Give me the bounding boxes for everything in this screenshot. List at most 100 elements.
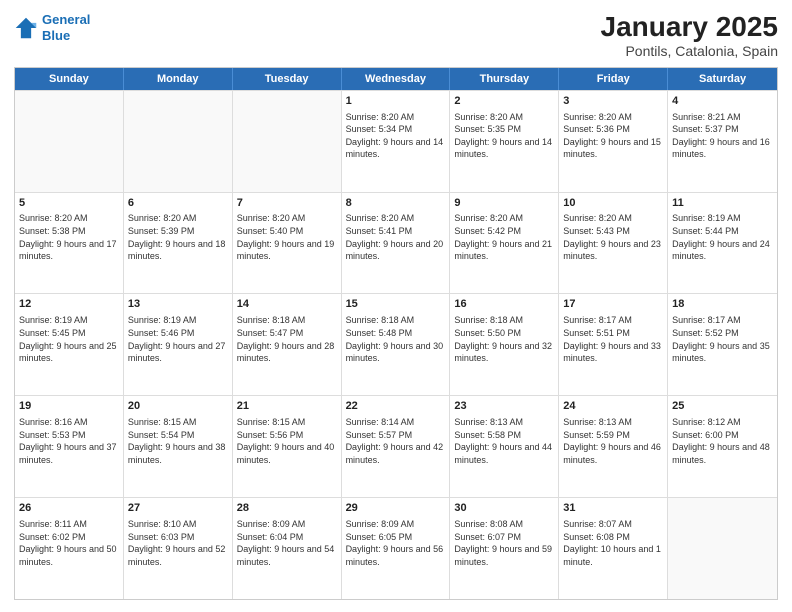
calendar-row: 26 Sunrise: 8:11 AMSunset: 6:02 PMDayligh… — [15, 497, 777, 599]
day-detail: Sunrise: 8:20 AMSunset: 5:42 PMDaylight:… — [454, 212, 554, 262]
calendar-cell: 23Sunrise: 8:13 AMSunset: 5:58 PMDayligh… — [450, 396, 559, 497]
calendar-cell — [233, 91, 342, 192]
day-number: 26 — [19, 501, 119, 516]
day-number: 25 — [672, 399, 773, 414]
day-detail: Sunrise: 8:19 AMSunset: 5:45 PMDaylight:… — [19, 314, 119, 364]
header: General Blue January 2025 Pontils, Catal… — [14, 12, 778, 59]
day-number: 12 — [19, 297, 119, 312]
day-detail: Sunrise: 8:17 AMSunset: 5:51 PMDaylight:… — [563, 314, 663, 364]
calendar-row: 12 Sunrise: 8:19 AMSunset: 5:45 PMDayligh… — [15, 293, 777, 395]
calendar-day-header: Saturday — [668, 68, 777, 90]
day-detail: Sunrise: 8:09 AMSunset: 6:05 PMDaylight:… — [346, 518, 446, 568]
day-number: 21 — [237, 399, 337, 414]
day-detail: Sunrise: 8:20 AMSunset: 5:35 PMDaylight:… — [454, 111, 554, 161]
day-detail: Sunrise: 8:18 AMSunset: 5:47 PMDaylight:… — [237, 314, 337, 364]
day-number: 23 — [454, 399, 554, 414]
calendar-cell: 5Sunrise: 8:20 AMSunset: 5:38 PMDaylight… — [15, 193, 124, 294]
day-detail: Sunrise: 8:18 AMSunset: 5:50 PMDaylight:… — [454, 314, 554, 364]
calendar-day-header: Wednesday — [342, 68, 451, 90]
calendar-cell: 30Sunrise: 8:08 AMSunset: 6:07 PMDayligh… — [450, 498, 559, 599]
calendar-body: 1 Sunrise: 8:20 AMSunset: 5:34 PMDaylight… — [15, 90, 777, 599]
day-detail: Sunrise: 8:20 AMSunset: 5:36 PMDaylight:… — [563, 111, 663, 161]
day-number: 3 — [563, 94, 663, 109]
calendar-cell: 26 Sunrise: 8:11 AMSunset: 6:02 PMDayligh… — [15, 498, 124, 599]
day-number: 5 — [19, 196, 119, 211]
calendar-cell: 27 Sunrise: 8:10 AMSunset: 6:03 PMDayligh… — [124, 498, 233, 599]
day-number: 22 — [346, 399, 446, 414]
calendar-cell: 7Sunrise: 8:20 AMSunset: 5:40 PMDaylight… — [233, 193, 342, 294]
logo: General Blue — [14, 12, 90, 43]
day-detail: Sunrise: 8:09 AMSunset: 6:04 PMDaylight:… — [237, 518, 337, 568]
day-number: 11 — [672, 196, 773, 211]
day-number: 7 — [237, 196, 337, 211]
calendar-cell: 12 Sunrise: 8:19 AMSunset: 5:45 PMDayligh… — [15, 294, 124, 395]
calendar-cell: 24 Sunrise: 8:13 AMSunset: 5:59 PMDayligh… — [559, 396, 668, 497]
calendar-cell: 18 Sunrise: 8:17 AMSunset: 5:52 PMDayligh… — [668, 294, 777, 395]
calendar-cell: 3 Sunrise: 8:20 AMSunset: 5:36 PMDaylight… — [559, 91, 668, 192]
day-number: 17 — [563, 297, 663, 312]
day-number: 9 — [454, 196, 554, 211]
day-detail: Sunrise: 8:20 AMSunset: 5:38 PMDaylight:… — [19, 212, 119, 262]
day-number: 4 — [672, 94, 773, 109]
calendar-day-header: Monday — [124, 68, 233, 90]
calendar-cell: 22 Sunrise: 8:14 AMSunset: 5:57 PMDayligh… — [342, 396, 451, 497]
calendar-cell: 21Sunrise: 8:15 AMSunset: 5:56 PMDayligh… — [233, 396, 342, 497]
day-detail: Sunrise: 8:20 AMSunset: 5:43 PMDaylight:… — [563, 212, 663, 262]
day-detail: Sunrise: 8:11 AMSunset: 6:02 PMDaylight:… — [19, 518, 119, 568]
calendar-cell: 14 Sunrise: 8:18 AMSunset: 5:47 PMDayligh… — [233, 294, 342, 395]
calendar-row: 5Sunrise: 8:20 AMSunset: 5:38 PMDaylight… — [15, 192, 777, 294]
day-detail: Sunrise: 8:14 AMSunset: 5:57 PMDaylight:… — [346, 416, 446, 466]
calendar-cell — [124, 91, 233, 192]
calendar-cell: 15Sunrise: 8:18 AMSunset: 5:48 PMDayligh… — [342, 294, 451, 395]
logo-line1: General — [42, 12, 90, 27]
calendar-cell: 16 Sunrise: 8:18 AMSunset: 5:50 PMDayligh… — [450, 294, 559, 395]
calendar-cell — [668, 498, 777, 599]
calendar-day-header: Friday — [559, 68, 668, 90]
day-number: 28 — [237, 501, 337, 516]
day-number: 14 — [237, 297, 337, 312]
title-block: January 2025 Pontils, Catalonia, Spain — [601, 12, 778, 59]
day-number: 19 — [19, 399, 119, 414]
logo-icon — [14, 16, 38, 40]
day-detail: Sunrise: 8:07 AMSunset: 6:08 PMDaylight:… — [563, 518, 663, 568]
logo-text: General Blue — [42, 12, 90, 43]
day-number: 6 — [128, 196, 228, 211]
day-number: 27 — [128, 501, 228, 516]
day-detail: Sunrise: 8:12 AMSunset: 6:00 PMDaylight:… — [672, 416, 773, 466]
day-detail: Sunrise: 8:10 AMSunset: 6:03 PMDaylight:… — [128, 518, 228, 568]
day-detail: Sunrise: 8:20 AMSunset: 5:34 PMDaylight:… — [346, 111, 446, 161]
calendar-cell: 10Sunrise: 8:20 AMSunset: 5:43 PMDayligh… — [559, 193, 668, 294]
day-number: 1 — [346, 94, 446, 109]
logo-line2: Blue — [42, 28, 70, 43]
calendar-cell: 19Sunrise: 8:16 AMSunset: 5:53 PMDayligh… — [15, 396, 124, 497]
calendar-cell: 28 Sunrise: 8:09 AMSunset: 6:04 PMDayligh… — [233, 498, 342, 599]
calendar-day-header: Tuesday — [233, 68, 342, 90]
day-number: 29 — [346, 501, 446, 516]
calendar-row: 1 Sunrise: 8:20 AMSunset: 5:34 PMDaylight… — [15, 90, 777, 192]
page-title: January 2025 — [601, 12, 778, 43]
day-detail: Sunrise: 8:13 AMSunset: 5:59 PMDaylight:… — [563, 416, 663, 466]
calendar-cell: 6Sunrise: 8:20 AMSunset: 5:39 PMDaylight… — [124, 193, 233, 294]
calendar-cell: 9Sunrise: 8:20 AMSunset: 5:42 PMDaylight… — [450, 193, 559, 294]
calendar: SundayMondayTuesdayWednesdayThursdayFrid… — [14, 67, 778, 600]
calendar-day-header: Sunday — [15, 68, 124, 90]
calendar-header: SundayMondayTuesdayWednesdayThursdayFrid… — [15, 68, 777, 90]
day-number: 8 — [346, 196, 446, 211]
calendar-cell: 13Sunrise: 8:19 AMSunset: 5:46 PMDayligh… — [124, 294, 233, 395]
calendar-cell: 8Sunrise: 8:20 AMSunset: 5:41 PMDaylight… — [342, 193, 451, 294]
day-number: 24 — [563, 399, 663, 414]
calendar-cell: 2Sunrise: 8:20 AMSunset: 5:35 PMDaylight… — [450, 91, 559, 192]
day-number: 31 — [563, 501, 663, 516]
day-number: 10 — [563, 196, 663, 211]
day-detail: Sunrise: 8:17 AMSunset: 5:52 PMDaylight:… — [672, 314, 773, 364]
day-detail: Sunrise: 8:20 AMSunset: 5:41 PMDaylight:… — [346, 212, 446, 262]
calendar-row: 19Sunrise: 8:16 AMSunset: 5:53 PMDayligh… — [15, 395, 777, 497]
day-number: 15 — [346, 297, 446, 312]
day-number: 20 — [128, 399, 228, 414]
day-number: 16 — [454, 297, 554, 312]
day-number: 18 — [672, 297, 773, 312]
day-detail: Sunrise: 8:19 AMSunset: 5:44 PMDaylight:… — [672, 212, 773, 262]
calendar-cell — [15, 91, 124, 192]
calendar-cell: 25 Sunrise: 8:12 AMSunset: 6:00 PMDayligh… — [668, 396, 777, 497]
calendar-cell: 11Sunrise: 8:19 AMSunset: 5:44 PMDayligh… — [668, 193, 777, 294]
